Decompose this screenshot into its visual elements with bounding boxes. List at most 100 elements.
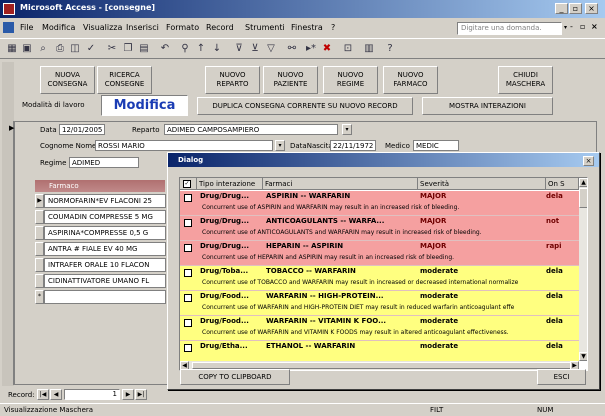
row-checkbox[interactable]	[184, 244, 192, 252]
subform-row[interactable]: ANTRA # FIALE EV 40 MG	[44, 242, 166, 256]
menu-record[interactable]: Record	[206, 23, 234, 32]
new-record-icon[interactable]: ▸*	[304, 42, 318, 56]
first-record-icon[interactable]: |◀	[37, 389, 49, 400]
copy-icon[interactable]: ❐	[121, 42, 135, 56]
new-object-icon[interactable]: ▥	[362, 42, 376, 56]
interaction-row[interactable]: Drug/Toba... TOBACCO -- WARFARIN moderate d…	[180, 266, 579, 291]
vertical-scrollbar[interactable]: ▲ ▼	[579, 178, 587, 361]
scroll-thumb[interactable]	[579, 188, 587, 208]
nuova-consegna-button[interactable]: NUOVA CONSEGNA	[40, 66, 95, 94]
interaction-row[interactable]: Drug/Drug... ANTICOAGULANTS -- WARFA... MA…	[180, 216, 579, 241]
cut-icon[interactable]: ✂	[105, 42, 119, 56]
nuovo-paziente-button[interactable]: NUOVO PAZIENTE	[263, 66, 318, 94]
menu-file[interactable]: File	[20, 23, 33, 32]
column-severity[interactable]: Severità	[418, 178, 546, 190]
duplicate-record-button[interactable]: DUPLICA CONSEGNA CORRENTE SU NUOVO RECOR…	[197, 97, 413, 115]
show-interactions-button[interactable]: MOSTRA INTERAZIONI	[422, 97, 553, 115]
chiudi-maschera-button[interactable]: CHIUDI MASCHERA	[498, 66, 553, 94]
search-file-icon[interactable]: ⌕	[36, 42, 50, 56]
apply-filter-icon[interactable]: ▽	[264, 42, 278, 56]
row-selector[interactable]	[35, 226, 44, 240]
esci-button[interactable]: ESCI	[537, 369, 586, 385]
hyperlink-icon[interactable]: ⚲	[178, 42, 192, 56]
copy-to-clipboard-button[interactable]: COPY TO CLIPBOARD	[180, 369, 290, 385]
row-checkbox[interactable]	[184, 319, 192, 327]
save-icon[interactable]: ▣	[20, 42, 34, 56]
column-drugs[interactable]: Farmaci	[263, 178, 418, 190]
menu-modifica[interactable]: Modifica	[42, 23, 75, 32]
menu-finestra[interactable]: Finestra	[291, 23, 323, 32]
menu-strumenti[interactable]: Strumenti	[245, 23, 285, 32]
row-selector[interactable]	[35, 242, 44, 256]
form-doc-icon[interactable]	[3, 22, 14, 33]
filter-selection-icon[interactable]: ⊽	[232, 42, 246, 56]
interaction-row[interactable]: Drug/Drug... HEPARIN -- ASPIRIN MAJOR rapi C…	[180, 241, 579, 266]
row-checkbox[interactable]	[184, 344, 192, 352]
medico-field[interactable]: MEDIC	[413, 140, 459, 151]
data-field[interactable]: 12/01/2005	[59, 124, 105, 135]
print-preview-icon[interactable]: ◫	[68, 42, 82, 56]
regime-field[interactable]: ADIMED	[69, 157, 139, 168]
ask-question-input[interactable]: Digitare una domanda.	[457, 22, 562, 35]
mdi-restore-icon[interactable]: ▫	[580, 22, 585, 31]
row-checkbox[interactable]	[184, 219, 192, 227]
row-checkbox[interactable]	[184, 294, 192, 302]
subform-row[interactable]: CIDINATTIVATORE UMANO FL	[44, 274, 166, 288]
subform-new-row[interactable]	[44, 290, 166, 304]
view-icon[interactable]: ▦	[5, 42, 19, 56]
record-number-field[interactable]: 1	[64, 389, 120, 400]
mdi-close-icon[interactable]: ×	[591, 22, 598, 31]
paste-icon[interactable]: ▤	[137, 42, 151, 56]
select-all-checkbox[interactable]: ✓	[180, 178, 197, 190]
prev-record-icon[interactable]: ◀	[50, 389, 62, 400]
column-onset[interactable]: On S	[546, 178, 579, 190]
print-icon[interactable]: ⎙	[53, 42, 67, 56]
reparto-field[interactable]: ADIMED CAMPOSAMPIERO	[164, 124, 338, 135]
interaction-row[interactable]: Drug/Food... WARFARIN -- VITAMIN K FOO...…	[180, 316, 579, 341]
subform-row[interactable]: INTRAFER ORALE 10 FLACON	[44, 258, 166, 272]
nuovo-reparto-button[interactable]: NUOVO REPARTO	[205, 66, 260, 94]
minimize-icon[interactable]: _	[555, 3, 568, 14]
current-record-icon[interactable]: ▶	[9, 124, 14, 132]
reparto-dropdown-icon[interactable]: ▾	[342, 124, 352, 135]
interaction-row[interactable]: Drug/Drug... ASPIRIN -- WARFARIN MAJOR dela…	[180, 191, 579, 216]
menu-inserisci[interactable]: Inserisci	[126, 23, 159, 32]
subform-row[interactable]: ASPIRINA*COMPRESSE 0,5 G	[44, 226, 166, 240]
column-type[interactable]: Tipo interazione	[197, 178, 263, 190]
menu-help[interactable]: ?	[331, 23, 335, 32]
cognome-dropdown-icon[interactable]: ▾	[275, 140, 285, 151]
current-row-icon[interactable]: ▶	[35, 194, 44, 208]
ricerca-consegne-button[interactable]: RICERCA CONSEGNE	[97, 66, 152, 94]
restore-icon[interactable]: ▫	[569, 3, 582, 14]
row-selector[interactable]	[35, 210, 44, 224]
subform-row[interactable]: NORMOFARIN*EV FLACONI 25	[44, 194, 166, 208]
database-window-icon[interactable]: ⊡	[341, 42, 355, 56]
row-selector[interactable]	[35, 274, 44, 288]
delete-record-icon[interactable]: ✖	[320, 42, 334, 56]
scroll-down-icon[interactable]: ▼	[579, 352, 587, 361]
sort-ascending-icon[interactable]: ↑	[194, 42, 208, 56]
mdi-minimize-icon[interactable]: -	[570, 22, 573, 31]
menu-visualizza[interactable]: Visualizza	[83, 23, 122, 32]
filter-form-icon[interactable]: ⊻	[248, 42, 262, 56]
hscroll-thumb[interactable]	[192, 362, 575, 369]
row-checkbox[interactable]	[184, 194, 192, 202]
next-record-icon[interactable]: ▶	[122, 389, 134, 400]
sort-descending-icon[interactable]: ↓	[210, 42, 224, 56]
cognome-field[interactable]: ROSSI MARIO	[95, 140, 273, 151]
subform-row[interactable]: COUMADIN COMPRESSE 5 MG	[44, 210, 166, 224]
nuovo-regime-button[interactable]: NUOVO REGIME	[323, 66, 378, 94]
row-checkbox[interactable]	[184, 269, 192, 277]
interaction-row[interactable]: Drug/Food... WARFARIN -- HIGH-PROTEIN... m…	[180, 291, 579, 316]
help-icon[interactable]: ?	[383, 42, 397, 56]
scroll-up-icon[interactable]: ▲	[579, 178, 587, 187]
last-record-icon[interactable]: ▶|	[135, 389, 147, 400]
new-row-icon[interactable]: *	[35, 290, 44, 304]
menu-formato[interactable]: Formato	[166, 23, 199, 32]
nascita-field[interactable]: 22/11/1972	[330, 140, 376, 151]
find-icon[interactable]: ⚯	[285, 42, 299, 56]
dialog-close-icon[interactable]: ×	[583, 156, 594, 166]
nuovo-farmaco-button[interactable]: NUOVO FARMACO	[383, 66, 438, 94]
close-icon[interactable]: ×	[585, 3, 598, 14]
ask-dropdown-icon[interactable]: ▾	[564, 24, 567, 31]
